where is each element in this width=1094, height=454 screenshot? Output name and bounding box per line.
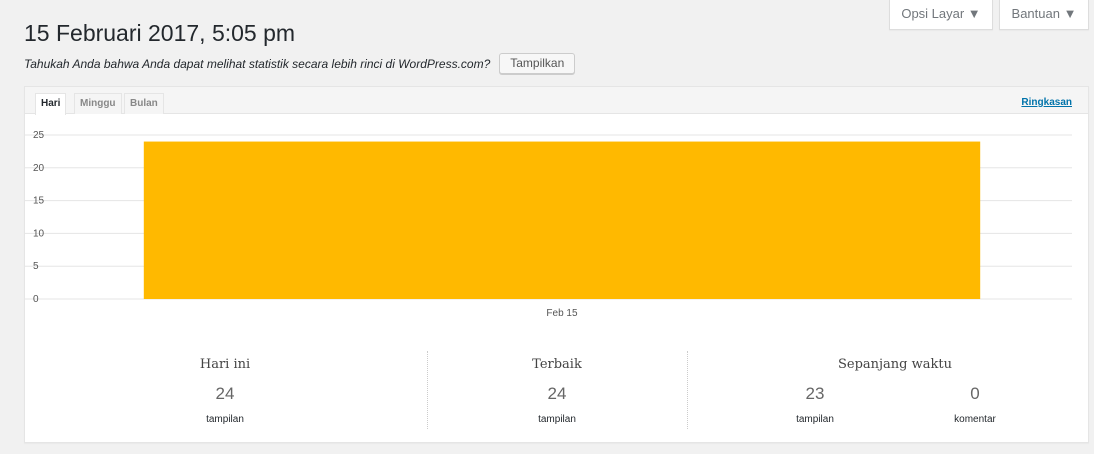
stat-alltime-comments-unit: komentar bbox=[954, 414, 996, 425]
y-tick-label: 10 bbox=[33, 228, 45, 239]
views-chart: 0 5 10 15 20 25 Feb 15 bbox=[25, 127, 1088, 367]
x-tick-label: Feb 15 bbox=[546, 308, 578, 319]
tab-day[interactable]: Hari bbox=[35, 93, 67, 115]
chart-svg: 0 5 10 15 20 25 Feb 15 bbox=[25, 130, 1072, 319]
chart-bar[interactable] bbox=[143, 141, 981, 299]
stat-alltime-label: Sepanjang waktu bbox=[837, 357, 952, 372]
notice-text: Tahukah Anda bahwa Anda dapat melihat st… bbox=[24, 56, 491, 71]
y-tick-label: 20 bbox=[33, 163, 45, 174]
help-label: Bantuan ▼ bbox=[1011, 6, 1077, 21]
stat-divider bbox=[427, 351, 428, 429]
stat-best: Terbaik 24 tampilan bbox=[457, 347, 657, 425]
stat-today: Hari ini 24 tampilan bbox=[125, 347, 325, 425]
stat-alltime-comments: 0 komentar bbox=[925, 372, 1025, 425]
stat-alltime-views: 23 tampilan bbox=[765, 372, 865, 425]
stats-panel: Hari Minggu Bulan Ringkasan 0 5 10 15 20 25 Fe… bbox=[24, 86, 1089, 443]
stat-best-unit: tampilan bbox=[538, 414, 576, 425]
stat-alltime: Sepanjang waktu 23 tampilan 0 komentar bbox=[725, 347, 1065, 425]
stats-summary: Hari ini 24 tampilan Terbaik 24 tampilan… bbox=[25, 347, 1088, 437]
stat-best-value: 24 bbox=[547, 384, 567, 403]
page-title: 15 Februari 2017, 5:05 pm bbox=[24, 20, 296, 46]
stat-today-value: 24 bbox=[215, 384, 235, 403]
show-button[interactable]: Tampilkan bbox=[499, 53, 576, 74]
stat-divider bbox=[687, 351, 688, 429]
stat-today-unit: tampilan bbox=[206, 414, 244, 425]
summary-link[interactable]: Ringkasan bbox=[1021, 97, 1072, 108]
stat-best-label: Terbaik bbox=[532, 357, 582, 372]
y-tick-label: 15 bbox=[33, 196, 45, 207]
y-tick-label: 25 bbox=[33, 130, 45, 141]
period-tabs: Hari Minggu Bulan Ringkasan bbox=[25, 87, 1088, 115]
screen-options-label: Opsi Layar ▼ bbox=[901, 6, 981, 21]
help-button[interactable]: Bantuan ▼ bbox=[999, 0, 1089, 30]
y-tick-label: 0 bbox=[33, 294, 39, 305]
stat-alltime-views-unit: tampilan bbox=[796, 414, 834, 425]
tab-week[interactable]: Minggu bbox=[74, 93, 122, 114]
screen-options-button[interactable]: Opsi Layar ▼ bbox=[889, 0, 993, 30]
tab-month[interactable]: Bulan bbox=[124, 93, 164, 114]
stats-notice: Tahukah Anda bahwa Anda dapat melihat st… bbox=[24, 53, 576, 74]
stat-today-label: Hari ini bbox=[199, 357, 251, 372]
y-tick-label: 5 bbox=[33, 261, 39, 272]
stat-alltime-values: 23 tampilan 0 komentar bbox=[725, 372, 1065, 425]
stat-alltime-views-value: 23 bbox=[805, 384, 825, 403]
stat-alltime-comments-value: 0 bbox=[970, 384, 980, 403]
